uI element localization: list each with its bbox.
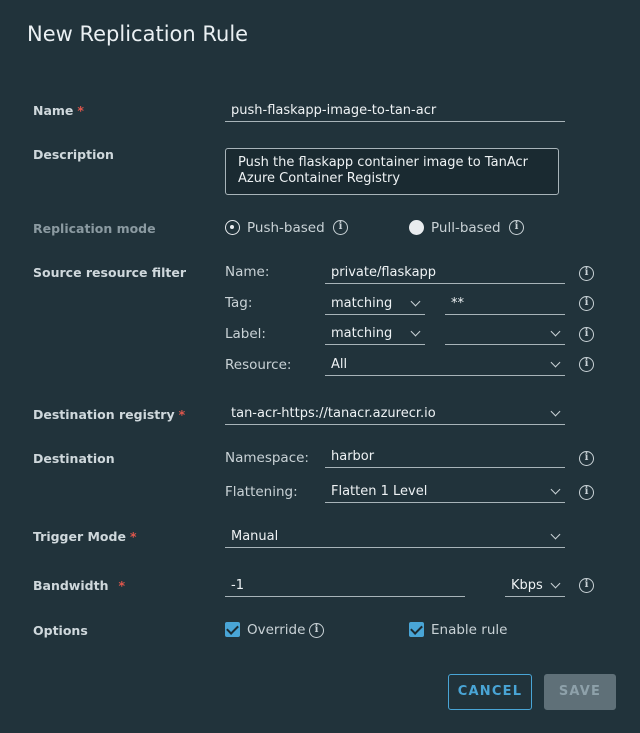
push-based-label[interactable]: Push-based [247,220,325,236]
filter-resource-label: Resource: [225,357,292,373]
info-icon[interactable]: i [579,357,594,372]
chevron-down-icon [550,529,561,540]
description-line-2: Azure Container Registry [238,171,401,186]
pull-based-label[interactable]: Pull-based [431,220,501,236]
bandwidth-label: Bandwidth * [33,578,126,593]
info-icon[interactable]: i [579,266,594,281]
tag-mode-select[interactable]: matching [325,293,425,315]
chevron-down-icon [550,357,561,368]
destination-registry-select[interactable]: tan-acr-https://tanacr.azurecr.io [225,403,565,425]
bandwidth-input[interactable]: -1 [225,575,465,597]
description-textarea[interactable]: Push the flaskapp container image to Tan… [225,148,559,195]
chevron-down-icon [410,326,421,337]
trigger-mode-label: Trigger Mode * [33,529,137,544]
source-filter-label: Source resource filter [33,265,187,280]
replication-mode-label: Replication mode [33,221,156,236]
info-icon[interactable]: i [333,220,348,235]
namespace-label: Namespace: [225,450,309,466]
override-label[interactable]: Override [247,622,305,638]
chevron-down-icon [550,406,561,417]
description-line-1: Push the flaskapp container image to Tan… [238,155,528,170]
required-marker: * [77,103,84,118]
info-icon[interactable]: i [579,296,594,311]
info-icon[interactable]: i [579,578,594,593]
filter-label-label: Label: [225,326,266,342]
tag-value-input[interactable]: ** [445,293,565,315]
flattening-select[interactable]: Flatten 1 Level [325,481,565,503]
name-label: Name * [33,103,84,118]
info-icon[interactable]: i [309,623,324,638]
enable-rule-checkbox[interactable] [409,622,424,637]
push-based-radio[interactable] [225,220,240,235]
enable-rule-label[interactable]: Enable rule [431,622,507,638]
replication-rule-dialog: New Replication Rule Name * push-flaskapp… [0,0,640,733]
dialog-title: New Replication Rule [27,22,249,46]
chevron-down-icon [410,296,421,307]
trigger-mode-select[interactable]: Manual [225,526,565,548]
pull-based-radio[interactable] [409,220,424,235]
options-label: Options [33,623,88,638]
label-value-select[interactable] [445,323,565,345]
chevron-down-icon [550,326,561,337]
chevron-down-icon [550,578,561,589]
override-checkbox[interactable] [225,622,240,637]
name-input[interactable]: push-flaskapp-image-to-tan-acr [225,100,565,122]
destination-registry-label: Destination registry * [33,407,186,422]
info-icon[interactable]: i [579,451,594,466]
cancel-button[interactable]: CANCEL [448,674,532,710]
filter-name-input[interactable]: private/flaskapp [325,262,565,284]
resource-select[interactable]: All [325,354,565,376]
filter-tag-label: Tag: [225,295,253,311]
required-marker: * [129,529,137,544]
chevron-down-icon [550,484,561,495]
namespace-input[interactable]: harbor [325,446,565,468]
info-icon[interactable]: i [579,485,594,500]
info-icon[interactable]: i [579,327,594,342]
description-label: Description [33,147,114,162]
info-icon[interactable]: i [509,220,524,235]
bandwidth-unit-select[interactable]: Kbps [505,575,565,597]
filter-name-label: Name: [225,264,270,280]
save-button[interactable]: SAVE [544,674,616,710]
required-marker: * [178,407,186,422]
destination-label: Destination [33,451,115,466]
label-mode-select[interactable]: matching [325,323,425,345]
flattening-label: Flattening: [225,484,298,500]
required-marker: * [118,578,126,593]
